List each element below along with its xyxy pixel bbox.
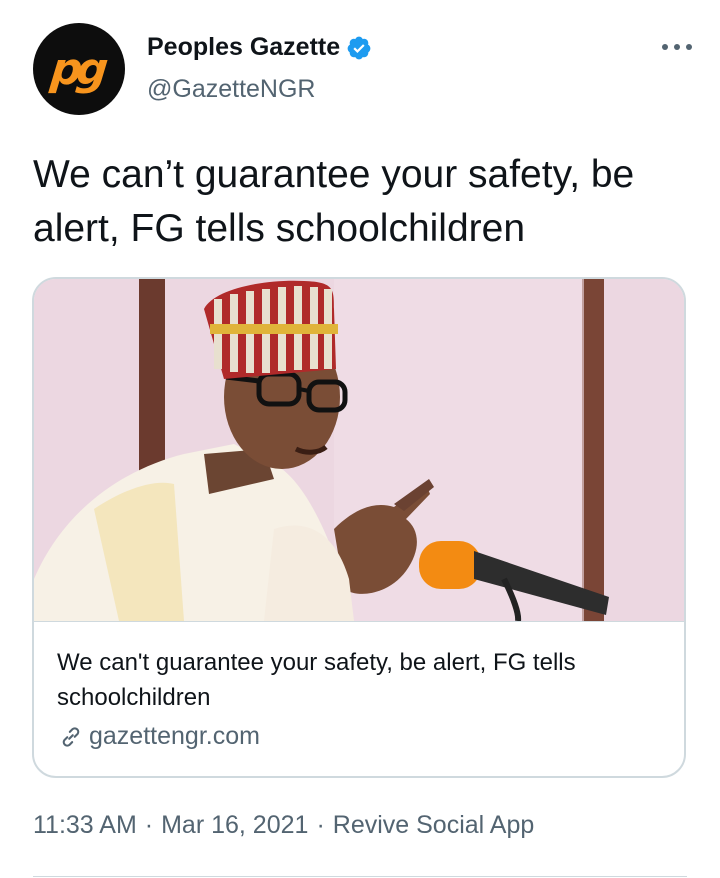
- verified-badge-icon: [347, 36, 371, 59]
- photo-of-speaker-at-microphone: [34, 279, 684, 621]
- tweet-date[interactable]: Mar 16, 2021: [161, 811, 308, 840]
- link-card-image[interactable]: [34, 279, 684, 621]
- link-card[interactable]: We can't guarantee your safety, be alert…: [32, 277, 686, 778]
- pg-logo-icon: pg: [47, 43, 105, 95]
- link-icon: [62, 726, 80, 747]
- author-display-name[interactable]: Peoples Gazette: [147, 33, 340, 62]
- tweet-meta: 11:33 AM · Mar 16, 2021 · Revive Social …: [33, 811, 534, 840]
- author-handle[interactable]: @GazetteNGR: [147, 75, 315, 104]
- avatar[interactable]: pg: [33, 23, 125, 115]
- link-card-title[interactable]: We can't guarantee your safety, be alert…: [57, 645, 667, 715]
- bottom-divider: [33, 876, 687, 877]
- tweet-source[interactable]: Revive Social App: [333, 811, 535, 840]
- meta-separator: ·: [316, 811, 325, 839]
- tweet-time[interactable]: 11:33 AM: [33, 811, 137, 840]
- link-card-domain[interactable]: gazettengr.com: [89, 722, 260, 751]
- more-horizontal-icon[interactable]: [661, 41, 693, 53]
- link-card-domain-row[interactable]: gazettengr.com: [57, 722, 260, 751]
- meta-separator: ·: [144, 811, 154, 839]
- tweet-text: We can’t guarantee your safety, be alert…: [33, 153, 635, 250]
- tweet-header: pg Peoples Gazette @GazetteNGR: [33, 23, 693, 119]
- author-name-row[interactable]: Peoples Gazette: [147, 33, 372, 62]
- link-card-divider: [34, 621, 684, 622]
